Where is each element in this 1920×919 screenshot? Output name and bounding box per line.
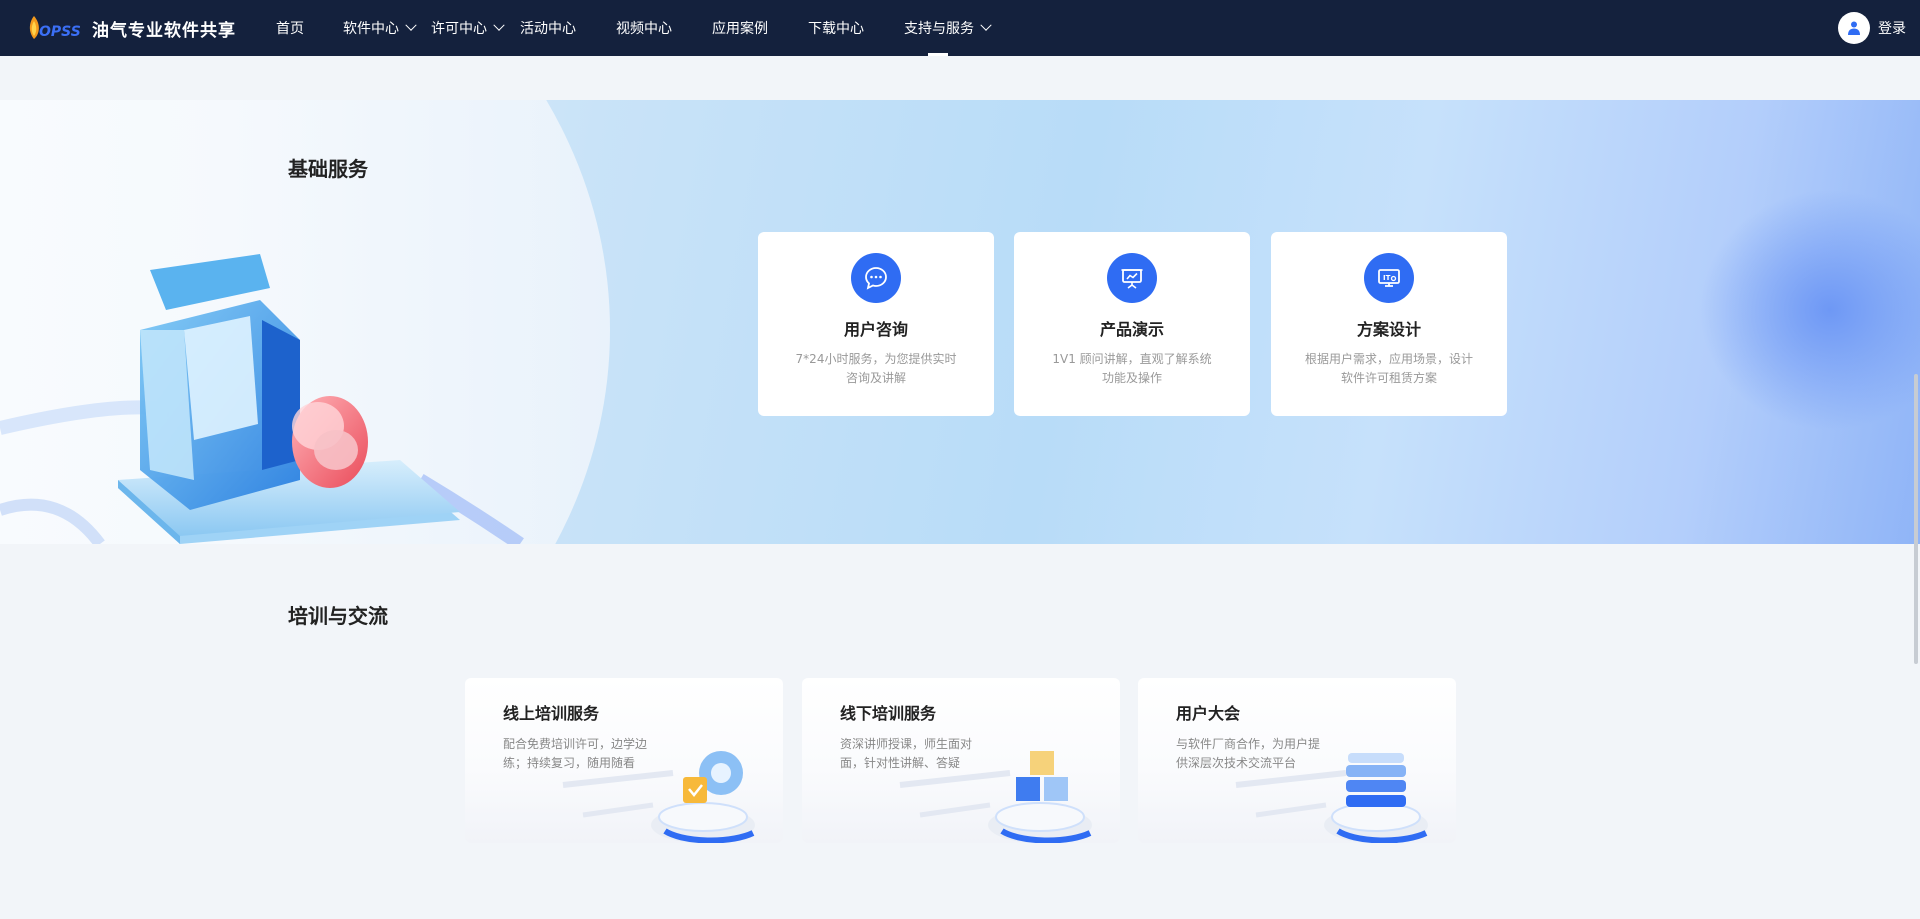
nav-download-center[interactable]: 下载中心 bbox=[808, 0, 864, 56]
opss-logo-icon: OPSS bbox=[29, 16, 81, 40]
chevron-down-icon bbox=[405, 19, 417, 31]
nav-activity-center[interactable]: 活动中心 bbox=[520, 0, 576, 56]
top-navbar: OPSS 油气专业软件共享 首页 软件中心 许可中心 活动中心 视频中心 应用案… bbox=[0, 0, 1920, 56]
chat-bubble-icon bbox=[851, 253, 901, 303]
nav-software-center[interactable]: 软件中心 bbox=[343, 0, 417, 56]
training-card-offline[interactable]: 线下培训服务 资深讲师授课，师生面对面，针对性讲解、答疑 bbox=[802, 678, 1120, 843]
service-card-desc: 7*24小时服务，为您提供实时咨询及讲解 bbox=[795, 352, 957, 385]
svg-text:OPSS: OPSS bbox=[39, 24, 81, 40]
training-title: 培训与交流 bbox=[288, 604, 388, 628]
site-name: 油气专业软件共享 bbox=[92, 20, 236, 41]
presentation-board-icon bbox=[1107, 253, 1157, 303]
service-card-desc: 1V1 顾问讲解，直观了解系统功能及操作 bbox=[1052, 352, 1212, 385]
it-monitor-icon: IT bbox=[1364, 253, 1414, 303]
chevron-down-icon bbox=[493, 19, 505, 31]
training-card-user-conference[interactable]: 用户大会 与软件厂商合作，为用户提供深层次技术交流平台 bbox=[1138, 678, 1456, 843]
user-icon bbox=[1848, 21, 1860, 35]
cloud-cube-illustration bbox=[0, 254, 524, 544]
scrollbar-thumb[interactable] bbox=[1914, 374, 1918, 664]
training-card-title: 线上培训服务 bbox=[503, 704, 600, 723]
basic-services-title: 基础服务 bbox=[288, 157, 368, 181]
service-card-title: 方案设计 bbox=[1356, 320, 1421, 339]
nav-cases[interactable]: 应用案例 bbox=[712, 0, 768, 56]
page-scrollbar[interactable] bbox=[1912, 56, 1920, 919]
service-card-consulting[interactable]: 用户咨询 7*24小时服务，为您提供实时咨询及讲解 bbox=[758, 232, 994, 416]
chevron-down-icon bbox=[980, 19, 992, 31]
login-button[interactable]: 登录 bbox=[1838, 12, 1906, 44]
nav-home[interactable]: 首页 bbox=[276, 0, 304, 56]
service-card-demo[interactable]: 产品演示 1V1 顾问讲解，直观了解系统功能及操作 bbox=[1014, 232, 1250, 416]
training-card-title: 线下培训服务 bbox=[840, 704, 937, 723]
cubes-icon bbox=[899, 751, 1092, 843]
main-menu: 首页 软件中心 许可中心 活动中心 视频中心 应用案例 下载中心 支持与服务 bbox=[256, 0, 992, 56]
nav-license-center[interactable]: 许可中心 bbox=[431, 0, 505, 56]
training-card-online[interactable]: 线上培训服务 配合免费培训许可，边学边练；持续复习，随用随看 bbox=[465, 678, 783, 843]
avatar bbox=[1838, 12, 1870, 44]
service-card-title: 用户咨询 bbox=[843, 320, 908, 339]
server-stack-icon bbox=[1235, 753, 1428, 843]
service-card-title: 产品演示 bbox=[1099, 320, 1164, 339]
gear-shield-icon bbox=[562, 751, 755, 843]
nav-video-center[interactable]: 视频中心 bbox=[616, 0, 672, 56]
svg-text:IT: IT bbox=[1383, 274, 1391, 282]
service-card-desc: 根据用户需求，应用场景，设计软件许可租赁方案 bbox=[1305, 352, 1474, 385]
service-card-design[interactable]: IT 方案设计 根据用户需求，应用场景，设计软件许可租赁方案 bbox=[1271, 232, 1507, 416]
basic-services-section: 基础服务 用户咨询 7*24小时服务，为您提供实时咨询及讲解 产品演示 1V1 … bbox=[0, 100, 1920, 544]
site-logo[interactable]: OPSS 油气专业软件共享 bbox=[26, 12, 236, 44]
nav-support-services[interactable]: 支持与服务 bbox=[904, 0, 992, 56]
login-label: 登录 bbox=[1878, 21, 1906, 37]
training-card-title: 用户大会 bbox=[1176, 704, 1241, 723]
